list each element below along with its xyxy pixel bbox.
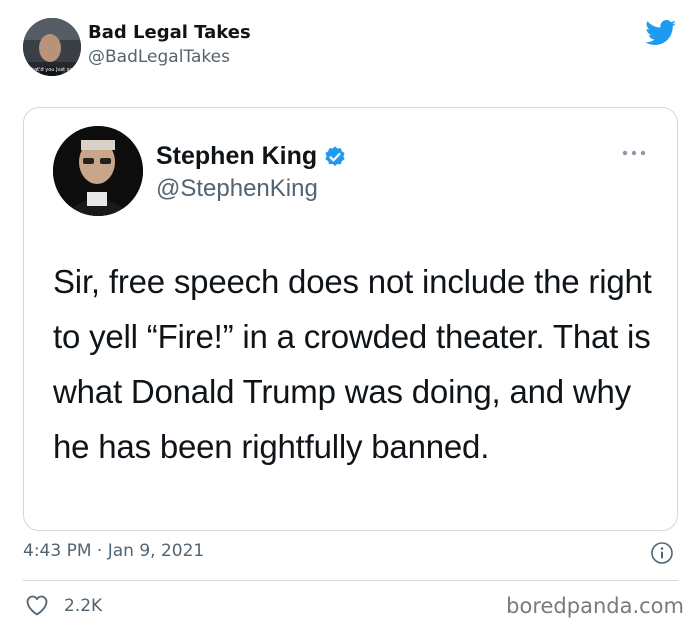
watermark: boredpanda.com	[506, 594, 684, 618]
outer-display-name[interactable]: Bad Legal Takes	[88, 22, 251, 43]
heart-icon[interactable]	[25, 594, 49, 616]
quoted-avatar-image	[53, 126, 143, 216]
divider	[23, 580, 678, 581]
quoted-display-name[interactable]: Stephen King	[156, 142, 347, 171]
avatar[interactable]: What'd you just say?	[23, 18, 81, 76]
ellipsis-icon[interactable]	[621, 148, 647, 158]
twitter-bird-icon[interactable]	[645, 20, 677, 46]
quoted-avatar[interactable]	[53, 126, 143, 216]
quoted-name-text: Stephen King	[156, 142, 318, 170]
quoted-handle[interactable]: @StephenKing	[156, 175, 318, 203]
outer-handle[interactable]: @BadLegalTakes	[88, 47, 230, 67]
verified-badge-icon	[325, 146, 345, 166]
info-icon[interactable]	[650, 541, 674, 565]
tweet-screenshot: What'd you just say? Bad Legal Takes @Ba…	[0, 0, 700, 634]
avatar-caption: What'd you just say?	[26, 67, 78, 73]
quoted-tweet-text: Sir, free speech does not include the ri…	[53, 263, 652, 465]
quoted-tweet-card[interactable]: Stephen King @StephenKing Sir, free spee…	[23, 107, 678, 531]
avatar-image: What'd you just say?	[23, 18, 81, 76]
tweet-timestamp[interactable]: 4:43 PM · Jan 9, 2021	[23, 541, 204, 561]
like-count[interactable]: 2.2K	[64, 596, 102, 616]
